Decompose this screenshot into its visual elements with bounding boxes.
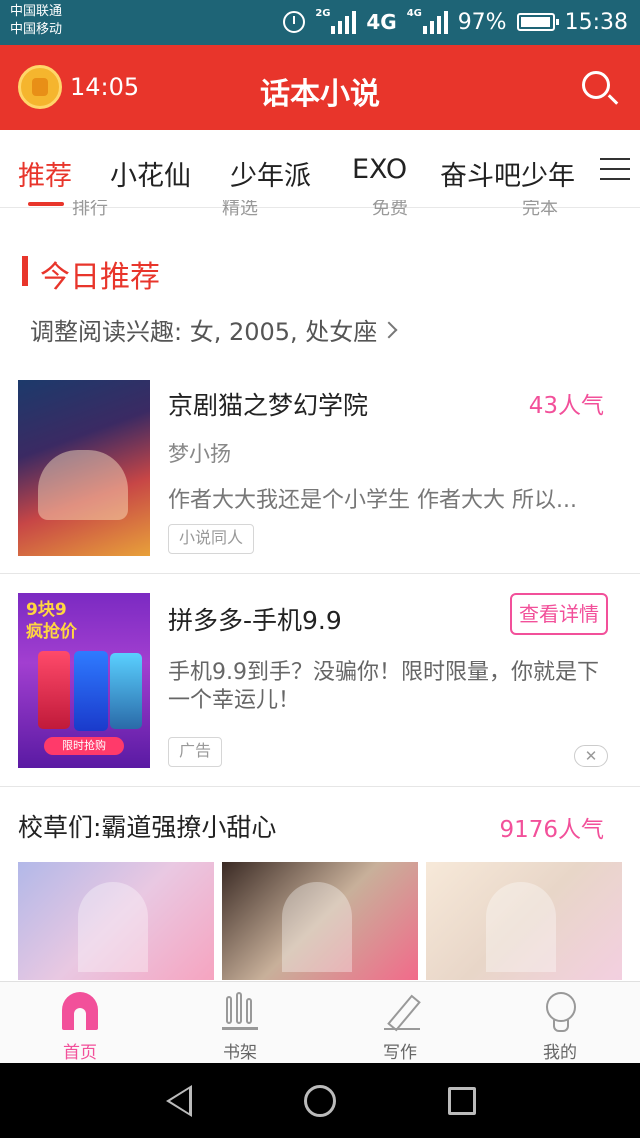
view-details-button[interactable]: 查看详情: [510, 593, 608, 635]
nav-bookshelf-label: 书架: [223, 1043, 257, 1063]
nav-bookshelf[interactable]: 书架: [160, 982, 320, 1064]
interest-text: 调整阅读兴趣: 女, 2005, 处女座: [30, 318, 378, 346]
home-circle-icon[interactable]: [304, 1085, 336, 1117]
ad-tag: 广告: [168, 737, 223, 767]
tab-recommend[interactable]: 推荐: [18, 154, 72, 193]
ad-title: 拼多多-手机9.9: [168, 606, 342, 635]
profile-icon: [544, 992, 576, 1032]
ad-image-slogan: 疯抢价: [26, 622, 77, 642]
book-cover[interactable]: [18, 380, 150, 556]
ad-image[interactable]: 9块9 疯抢价 限时抢购: [18, 593, 150, 768]
battery-icon: [516, 13, 559, 31]
sub-tab-complete[interactable]: 完本: [522, 200, 558, 216]
nav-me[interactable]: 我的: [480, 982, 640, 1064]
nav-home-label: 首页: [63, 1043, 97, 1063]
status-indicators: 2G 4G 4G 97% 15:38: [283, 6, 628, 38]
category-tabs: 推荐 小花仙 少年派 EXO 奋斗吧少年: [0, 130, 640, 208]
collection-popularity: 9176人气: [499, 817, 604, 843]
bookshelf-icon: [222, 992, 258, 1030]
collection-thumbnail[interactable]: [426, 862, 622, 980]
phone-image: [110, 653, 142, 729]
phone-image: [74, 651, 108, 731]
close-ad-icon[interactable]: ✕: [574, 745, 608, 767]
collection-thumbnail[interactable]: [222, 862, 418, 980]
tab-fendouba[interactable]: 奋斗吧少年: [440, 154, 575, 193]
search-icon[interactable]: [582, 71, 610, 99]
nav-me-label: 我的: [543, 1043, 577, 1063]
ad-image-badge: 限时抢购: [44, 737, 124, 755]
network-type-1: 2G: [315, 8, 331, 19]
interest-adjust-link[interactable]: 调整阅读兴趣: 女, 2005, 处女座: [30, 312, 398, 347]
ad-image-headline: 9块9 疯抢价: [26, 599, 77, 643]
book-item[interactable]: 京剧猫之梦幻学院 43人气 梦小扬 作者大大我还是个小学生 作者大大 所以...…: [0, 376, 640, 574]
nav-home[interactable]: 首页: [0, 982, 160, 1064]
signal-icon-sim2: 4G: [406, 8, 448, 34]
book-description: 作者大大我还是个小学生 作者大大 所以...: [168, 488, 577, 513]
carrier-1: 中国联通: [10, 4, 63, 19]
chevron-right-icon: [380, 321, 398, 339]
app-title: 话本小说: [260, 77, 380, 112]
nav-write-label: 写作: [383, 1043, 417, 1063]
ad-item[interactable]: 9块9 疯抢价 限时抢购 拼多多-手机9.9 查看详情 手机9.9到手？没骗你！…: [0, 575, 640, 787]
tab-xiaohuaxian[interactable]: 小花仙: [110, 154, 191, 193]
section-title: 今日推荐: [40, 260, 160, 295]
system-nav-bar: [0, 1063, 640, 1138]
menu-icon[interactable]: [600, 158, 630, 180]
tab-shaonianpai[interactable]: 少年派: [230, 154, 311, 193]
network-type-2: 4G: [406, 8, 422, 19]
alarm-icon: [283, 11, 306, 33]
signal-icon-sim1: 2G: [315, 8, 357, 34]
battery-percent: 97%: [457, 9, 507, 35]
carrier-labels: 中国联通 中国移动: [10, 3, 62, 39]
sub-tab-featured[interactable]: 精选: [222, 200, 258, 216]
collection-thumbnail[interactable]: [18, 862, 214, 980]
pencil-icon: [384, 996, 420, 1030]
book-title: 京剧猫之梦幻学院: [168, 391, 369, 420]
ad-image-price: 9块9: [26, 600, 67, 620]
ad-description: 手机9.9到手？没骗你！限时限量，你就是下一个幸运儿！: [168, 660, 599, 713]
sub-tab-free[interactable]: 免费: [372, 200, 408, 216]
back-icon[interactable]: [166, 1085, 192, 1117]
book-tag: 小说同人: [168, 524, 255, 554]
tab-exo[interactable]: EXO: [352, 154, 407, 185]
book-author: 梦小扬: [168, 442, 231, 466]
app-header: 14:05 话本小说: [0, 45, 640, 130]
home-icon: [62, 992, 98, 1030]
book-popularity: 43人气: [528, 393, 604, 419]
collection-title[interactable]: 校草们:霸道强撩小甜心: [18, 808, 276, 844]
carrier-2: 中国移动: [10, 22, 63, 37]
sub-tabs-cut: 排行 精选 免费 完本: [0, 200, 640, 216]
network-4g-label: 4G: [366, 10, 397, 34]
bottom-nav: 首页 书架 写作 我的: [0, 981, 640, 1063]
section-accent-bar: [22, 256, 28, 286]
nav-write[interactable]: 写作: [320, 982, 480, 1064]
sub-tab-rank[interactable]: 排行: [72, 200, 108, 216]
recent-apps-icon[interactable]: [448, 1087, 476, 1115]
status-bar: 中国联通 中国移动 2G 4G 4G 97% 15:38: [0, 0, 640, 45]
clock: 15:38: [564, 9, 628, 35]
phone-image: [38, 651, 70, 729]
